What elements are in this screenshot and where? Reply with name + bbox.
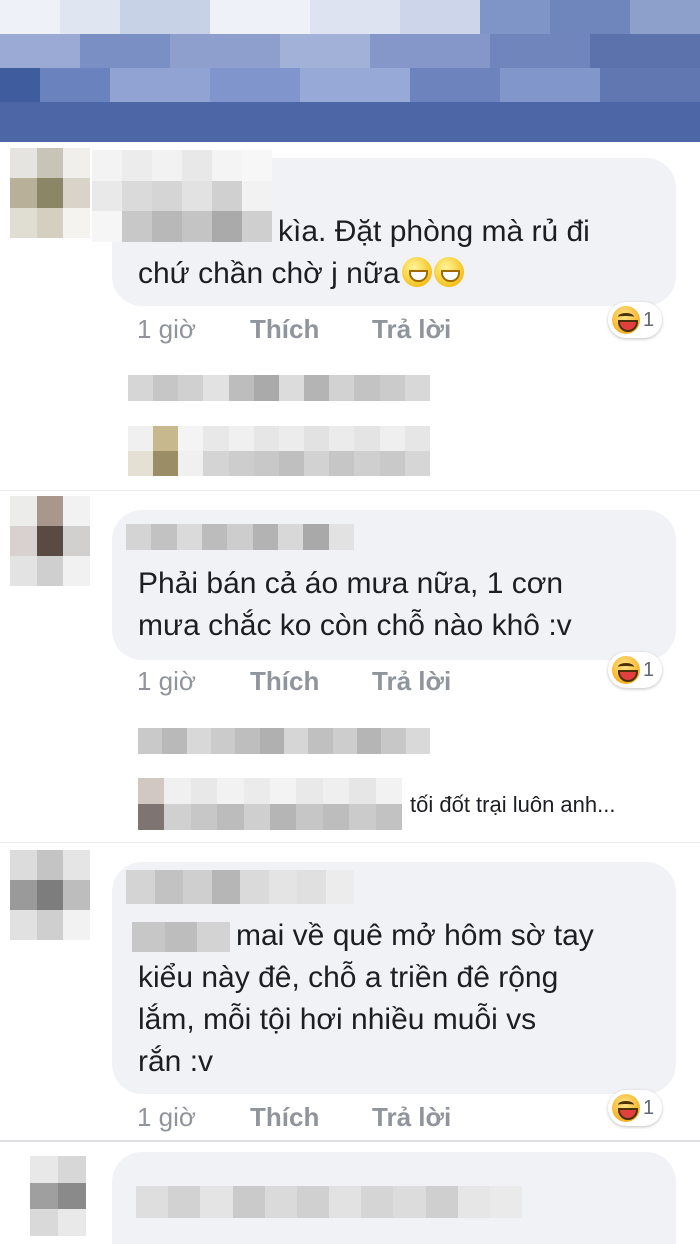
blurred-composer-content bbox=[136, 1186, 522, 1218]
blurred-reply-author bbox=[138, 778, 402, 830]
blurred-reply-preview bbox=[128, 426, 430, 476]
avatar[interactable] bbox=[10, 850, 90, 940]
blurred-header bbox=[0, 0, 700, 142]
comment-text-line: kìa. Đặt phòng mà rủ đi bbox=[278, 215, 590, 248]
divider bbox=[0, 842, 700, 843]
haha-reaction-icon bbox=[612, 656, 640, 684]
comment-text-line: mai về quê mở hôm sờ tay bbox=[236, 919, 594, 952]
haha-reaction-icon bbox=[612, 306, 640, 334]
blurred-commenter-name bbox=[92, 150, 272, 242]
blurred-reply-preview bbox=[138, 728, 430, 754]
reply-preview-text[interactable]: tối đốt trại luôn anh... bbox=[410, 790, 615, 820]
avatar[interactable] bbox=[10, 496, 90, 586]
divider bbox=[0, 1140, 700, 1142]
comment-text-line: Phải bán cả áo mưa nữa, 1 cơn bbox=[138, 567, 564, 600]
divider bbox=[0, 490, 700, 491]
reply-button[interactable]: Trả lời bbox=[372, 1102, 451, 1133]
blurred-commenter-name bbox=[132, 922, 230, 952]
reaction-count: 1 bbox=[643, 658, 655, 681]
avatar[interactable] bbox=[30, 1156, 86, 1236]
comment-time: 1 giờ bbox=[137, 666, 196, 696]
comment-text-line: rắn :v bbox=[138, 1045, 214, 1078]
reaction-count: 1 bbox=[643, 308, 655, 331]
comment-text-line: kiểu này đê, chỗ a triền đê rộng bbox=[138, 961, 559, 994]
comment-time: 1 giờ bbox=[137, 1102, 196, 1132]
reply-button[interactable]: Trả lời bbox=[372, 666, 451, 697]
reply-button[interactable]: Trả lời bbox=[372, 314, 451, 345]
blurred-commenter-name bbox=[126, 870, 354, 904]
laughing-emoji-icon bbox=[401, 257, 432, 287]
like-button[interactable]: Thích bbox=[250, 1102, 319, 1133]
avatar[interactable] bbox=[10, 148, 90, 238]
reaction-summary[interactable]: 1 bbox=[608, 302, 663, 338]
reaction-summary[interactable]: 1 bbox=[608, 1090, 663, 1126]
like-button[interactable]: Thích bbox=[250, 314, 319, 345]
comment-text-line: lắm, mỗi tội hơi nhiều muỗi vs bbox=[138, 1003, 537, 1036]
reaction-summary[interactable]: 1 bbox=[608, 652, 663, 688]
laughing-emoji-icon bbox=[433, 257, 464, 287]
comment-text-line: mưa chắc ko còn chỗ nào khô :v bbox=[138, 609, 572, 642]
blurred-commenter-name bbox=[126, 524, 354, 550]
comment-text-line: chứ chần chờ j nữa bbox=[138, 254, 464, 294]
like-button[interactable]: Thích bbox=[250, 666, 319, 697]
comment-time: 1 giờ bbox=[137, 314, 196, 344]
reaction-count: 1 bbox=[643, 1096, 655, 1119]
comment-text-segment: chứ chần chờ j nữa bbox=[138, 257, 400, 290]
blurred-reply-preview bbox=[128, 375, 430, 401]
haha-reaction-icon bbox=[612, 1094, 640, 1122]
